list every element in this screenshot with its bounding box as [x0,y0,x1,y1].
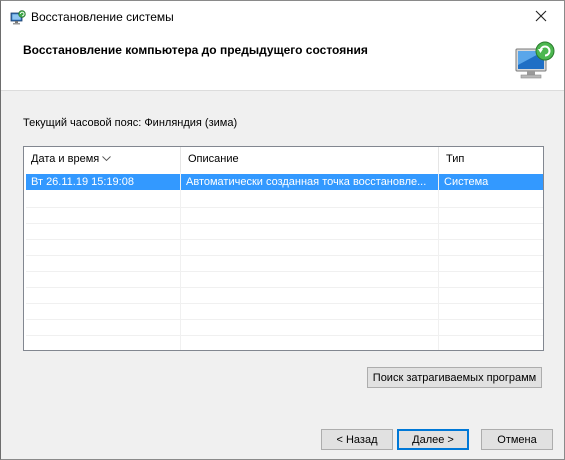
system-restore-window: Восстановление системы Восстановление ко… [0,0,565,460]
row-divider [26,303,543,304]
sort-arrow-icon [102,147,111,162]
table-row[interactable]: Вт 26.11.19 15:19:08 Автоматически созда… [26,174,543,190]
column-header-description[interactable]: Описание [181,147,439,172]
column-header-type[interactable]: Тип [439,147,543,172]
window-title: Восстановление системы [31,10,174,24]
list-header: Дата и время Описание Тип [24,147,543,172]
column-divider [180,172,181,350]
column-description-label: Описание [188,153,239,165]
column-divider [438,172,439,350]
title-bar: Восстановление системы [1,1,564,35]
computer-restore-icon [510,39,558,87]
restore-points-list[interactable]: Дата и время Описание Тип Вт 26.11.19 15… [23,146,544,351]
system-restore-icon [10,10,26,26]
column-header-date[interactable]: Дата и время [24,147,181,172]
close-button[interactable] [518,1,564,33]
wizard-header: Восстановление компьютера до предыдущего… [1,35,564,91]
close-icon [535,10,547,25]
row-type: Система [444,176,489,188]
page-title: Восстановление компьютера до предыдущего… [23,43,368,57]
back-button[interactable]: < Назад [321,429,393,450]
row-divider [26,287,543,288]
row-date: Вт 26.11.19 15:19:08 [31,176,134,188]
column-date-label: Дата и время [31,153,100,165]
scan-affected-programs-button[interactable]: Поиск затрагиваемых программ [367,367,542,388]
column-type-label: Тип [446,153,465,165]
row-description: Автоматически созданная точка восстановл… [186,176,427,188]
timezone-label: Текущий часовой пояс: Финляндия (зима) [23,117,238,129]
cancel-button[interactable]: Отмена [481,429,553,450]
row-divider [26,223,543,224]
next-button[interactable]: Далее > [397,429,469,450]
row-divider [26,239,543,240]
row-divider [26,271,543,272]
row-divider [26,319,543,320]
row-divider [26,255,543,256]
row-divider [26,207,543,208]
row-divider [26,335,543,336]
